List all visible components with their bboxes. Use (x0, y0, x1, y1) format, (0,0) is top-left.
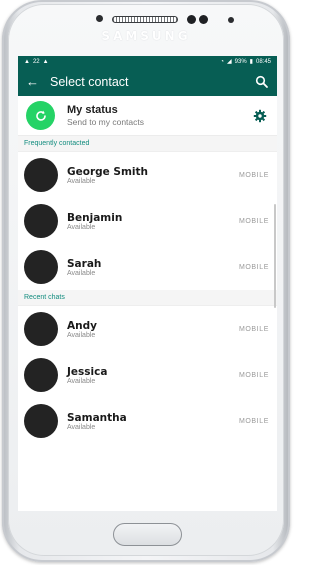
brand-logo: SAMSUNG (101, 29, 191, 43)
signal-icon: ◢ (227, 59, 232, 65)
section-header-frequent: Frequently contacted (18, 136, 277, 152)
contact-status: Available (67, 223, 96, 231)
contact-status: Available (67, 423, 96, 431)
my-status-row[interactable]: My status Send to my contacts (18, 96, 277, 136)
avatar (24, 158, 58, 192)
front-camera (187, 15, 196, 24)
my-status-subtitle: Send to my contacts (67, 117, 145, 127)
speaker-grill (112, 16, 178, 23)
avatar (24, 404, 58, 438)
contact-row[interactable]: Andy Available MOBILE (18, 306, 277, 352)
light-sensor (228, 17, 234, 23)
screen: ▲ 22 ▲ ◔ ◢ 93% ▮ 08:45 ← Select contact (18, 56, 277, 511)
contact-name: Samantha (67, 411, 127, 424)
contact-row[interactable]: George Smith Available MOBILE (18, 152, 277, 198)
arrow-left-icon[interactable]: ← (26, 68, 50, 96)
contact-status: Available (67, 331, 96, 339)
phone-face: SAMSUNG ▲ 22 ▲ ◔ ◢ 93% ▮ 08:45 ← Select … (8, 4, 284, 556)
wifi-icon: ◔ (220, 59, 225, 65)
clock: 08:45 (255, 59, 271, 65)
proximity-sensor (96, 15, 103, 22)
contact-phone-type: MOBILE (238, 417, 269, 425)
avatar (24, 358, 58, 392)
avatar (24, 204, 58, 238)
contact-row[interactable]: Sarah Available MOBILE (18, 244, 277, 290)
app-bar: ← Select contact (18, 68, 277, 96)
gear-icon[interactable] (253, 109, 267, 123)
notification-icon: ▲ (42, 59, 49, 65)
home-button[interactable] (113, 523, 182, 546)
scrollbar[interactable] (274, 204, 276, 308)
battery-percent: 93% (234, 59, 247, 65)
contact-phone-type: MOBILE (238, 217, 269, 225)
contact-status: Available (67, 377, 96, 385)
sensor-dot (199, 15, 208, 24)
my-status-title: My status (67, 104, 118, 116)
refresh-icon (35, 110, 46, 121)
contact-phone-type: MOBILE (238, 263, 269, 271)
contact-row[interactable]: Samantha Available MOBILE (18, 398, 277, 444)
notification-icon: ▲ (24, 59, 30, 65)
status-bar: ▲ 22 ▲ ◔ ◢ 93% ▮ 08:45 (18, 56, 277, 68)
contact-name: Sarah (67, 257, 102, 270)
contact-phone-type: MOBILE (238, 371, 269, 379)
section-header-recent: Recent chats (18, 290, 277, 306)
contact-status: Available (67, 177, 96, 185)
page-title: Select contact (50, 75, 129, 89)
contact-status: Available (67, 269, 96, 277)
status-avatar (26, 101, 55, 130)
phone-frame: SAMSUNG ▲ 22 ▲ ◔ ◢ 93% ▮ 08:45 ← Select … (2, 0, 290, 562)
search-icon[interactable] (255, 75, 269, 89)
contact-row[interactable]: Jessica Available MOBILE (18, 352, 277, 398)
contact-row[interactable]: Benjamin Available MOBILE (18, 198, 277, 244)
contact-name: George Smith (67, 165, 149, 178)
contact-phone-type: MOBILE (238, 325, 269, 333)
contact-phone-type: MOBILE (238, 171, 269, 179)
status-left-text: 22 (32, 59, 40, 65)
battery-icon: ▮ (249, 59, 253, 65)
contact-name: Andy (67, 319, 97, 332)
avatar (24, 312, 58, 346)
avatar (24, 250, 58, 284)
contact-name: Jessica (67, 365, 108, 378)
contact-name: Benjamin (67, 211, 123, 224)
